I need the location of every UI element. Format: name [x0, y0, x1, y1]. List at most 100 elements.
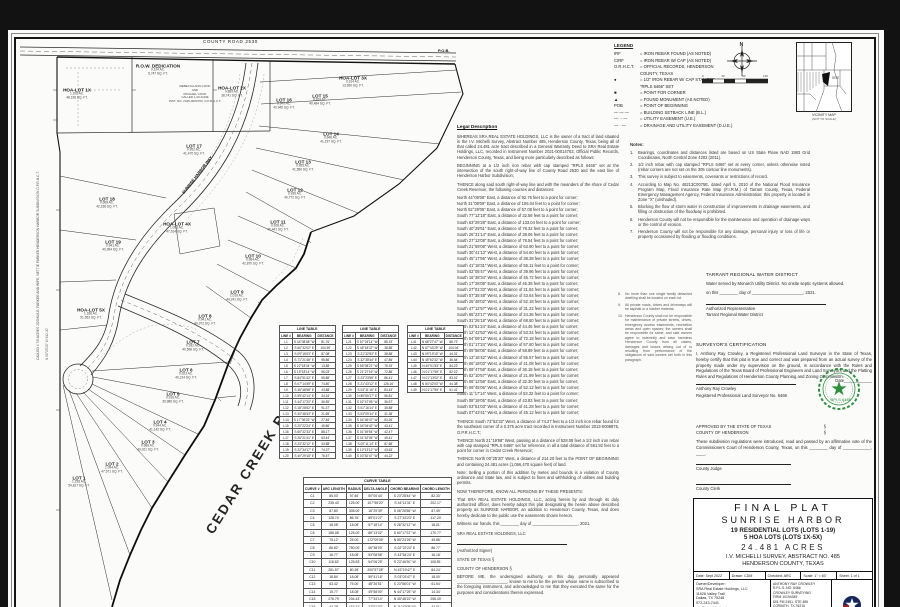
- chord-bearing: S 23°46'30" W: [389, 559, 421, 566]
- chord-bearing: N 43°19'47" E: [389, 566, 421, 573]
- curve-id: C2: [304, 500, 322, 507]
- note-text: All private roads, drives and driveways …: [625, 303, 692, 312]
- note-text: This survey is subject to easements, cov…: [638, 174, 810, 179]
- west-bearing-note: N 00°25'20" W 612.40': [45, 328, 49, 360]
- note-text: According to Map No. 48213C0075E, dated …: [638, 182, 810, 202]
- radius: 125.83': [346, 559, 362, 566]
- note-number: 4.: [630, 182, 638, 202]
- delta-angle: 59°41'16": [362, 573, 388, 580]
- chord-length: 84.24': [421, 566, 451, 573]
- note-item: 6. Henderson County will not be responsi…: [630, 217, 810, 227]
- chord-bearing: S 60°17'22" W: [389, 529, 421, 536]
- signature-label: Authorized Representative: [706, 306, 870, 312]
- signature-line: [457, 544, 567, 545]
- signature-line: [696, 464, 791, 465]
- delta-angle: 06°38'00": [362, 544, 388, 551]
- legal-note: Note: Selling a portion of this addition…: [457, 470, 619, 486]
- table-row: C15 276.79' 204.43' 77°34'14" N 45°48'22…: [304, 596, 452, 603]
- curve-id: C15: [304, 596, 322, 603]
- certification-title: SURVEYOR'S CERTIFICATION: [696, 342, 872, 348]
- chord-bearing: N 85°23'25" W: [389, 537, 421, 544]
- col-header: CURVE #: [304, 485, 322, 492]
- chord-length: 44.01': [421, 603, 451, 607]
- chord-length: 87.49': [421, 507, 451, 514]
- svg-text:RPLS 6466: RPLS 6466: [831, 397, 852, 402]
- signature-label-2: Tarrant Regional Water District: [706, 312, 870, 318]
- delta-angle: 50°00'44": [362, 492, 388, 499]
- note-number: 2.: [630, 162, 638, 172]
- note-number: 5.: [630, 204, 638, 214]
- line-id: L20: [280, 453, 293, 459]
- delta-angle: 16°29'39": [362, 507, 388, 514]
- note-number: 6.: [630, 217, 638, 227]
- curve-table-title: CURVE TABLE: [304, 478, 452, 485]
- signer-label: (Authorized Signer): [457, 548, 619, 553]
- legal-description-title: Legal Description: [457, 125, 619, 131]
- arc-length: 188.08': [321, 529, 346, 536]
- table-row: C3 87.80' 305.00' 16°29'39" S 06°26'56" …: [304, 507, 452, 514]
- legal-intro: WHEREAS SRA REAL ESTATE HOLDINGS, LLC is…: [457, 134, 619, 160]
- note-item: 9. All private roads, drives and drivewa…: [618, 303, 692, 312]
- chord-bearing: S 06°26'56" W: [389, 507, 421, 514]
- note-item: 5. Blocking the flow of storm water in c…: [630, 204, 810, 214]
- notes-title: Notes:: [630, 142, 810, 148]
- radius: 18.08': [346, 588, 362, 595]
- subdivision-name: SUNRISE HARBOR: [694, 515, 872, 525]
- checked-field: Checked: ARC: [766, 572, 802, 579]
- arc-length: 87.80': [321, 507, 346, 514]
- street-name-label: SUNRISE HARBOR WAY: [181, 155, 214, 195]
- arc-length: 235.43': [321, 500, 346, 507]
- chord-bearing: S 27°43'23" E: [389, 514, 421, 521]
- distance: 61.41': [444, 387, 463, 393]
- chord-length: 170.77': [421, 529, 451, 536]
- note-item: 8. No more than one single family detach…: [618, 292, 692, 301]
- delta-angle: 22°01'32": [362, 603, 388, 607]
- county-state: HENDERSON COUNTY, TEXAS: [694, 561, 872, 567]
- arc-length: 85.03': [321, 492, 346, 499]
- table-row: C5 18.08' 18.08' 57°18'14" S 28°32'12" W…: [304, 522, 452, 529]
- surveyor-contact-cell: ANTHONY RAY CROWLEYR.P.L.S. NO. 6466 CRO…: [771, 580, 832, 607]
- curve-table: CURVE TABLE CURVE # ARC LENGTH RADIUS DE…: [303, 477, 452, 607]
- arc-length: 15.77': [321, 588, 346, 595]
- note-number: 7.: [630, 229, 638, 239]
- arc-length: 44.29': [321, 603, 346, 607]
- radius: 125.00': [346, 529, 362, 536]
- clerk-label: County Clerk: [696, 486, 872, 492]
- arc-length: 86.82': [321, 544, 346, 551]
- col-header: RADIUS: [346, 485, 362, 492]
- survey-abstract: I.V. MICHELLI SURVEY, ABSTRACT NO. 485: [694, 554, 872, 560]
- radius: 125.00': [346, 500, 362, 507]
- crowley-logo-icon: [842, 595, 862, 607]
- arc-length: 128.74': [321, 514, 346, 521]
- company-name: SRA REAL ESTATE HOLDINGS, LLC: [457, 531, 619, 536]
- legal-beginning: BEGINNING at a 1/2 inch iron rebar with …: [457, 163, 619, 179]
- legal-closing: THENCE South 73°52'32" West, a distance …: [457, 419, 619, 435]
- arc-length: 118.82': [321, 559, 346, 566]
- legal-description: Legal Description WHEREAS SRA REAL ESTAT…: [457, 125, 619, 595]
- radius: 18.08': [346, 551, 362, 558]
- col-header: CHORD BEARING: [389, 485, 421, 492]
- line-table-2: LINE TABLE LINE # BEARING DISTANCE L21 S…: [342, 325, 399, 459]
- note-number: 9.: [618, 303, 625, 312]
- table-row: L20 S 40°29'18" E 76.57': [280, 453, 336, 459]
- curve-id: C10: [304, 559, 322, 566]
- curve-id: C6: [304, 529, 322, 536]
- hoa-lots: 5 HOA LOTS (LOTS 1X-5X): [694, 534, 872, 541]
- distance: 44.22': [379, 453, 398, 459]
- col-header: ARC LENGTH: [321, 485, 346, 492]
- title-block-info-row: Date: Sept 2022 Drawn: CDM Checked: ARC …: [694, 572, 872, 580]
- table-row: C10 118.82' 125.83' 54°06'25" S 23°46'30…: [304, 559, 452, 566]
- delta-angle: 48°26'51": [362, 581, 388, 588]
- water-district-text: Water served by Monarch Utility District…: [706, 281, 870, 287]
- line-id: L49: [408, 387, 421, 393]
- table-row: C6 188.08' 125.00' 86°13'02" S 60°17'22"…: [304, 529, 452, 536]
- chord-length: 16.18': [421, 551, 451, 558]
- radius: 97.46': [346, 492, 362, 499]
- table-row: L49 N 01°17'59" E 61.41': [408, 387, 464, 393]
- radius: 18.08': [346, 573, 362, 580]
- arc-length: 18.08': [321, 522, 346, 529]
- table-row: C4 128.74' 86.76' 85°01'27" S 27°43'23" …: [304, 514, 452, 521]
- radius: 18.08': [346, 522, 362, 529]
- scale-bar: 0 30 60 120: [702, 74, 768, 84]
- curve-id: C7: [304, 537, 322, 544]
